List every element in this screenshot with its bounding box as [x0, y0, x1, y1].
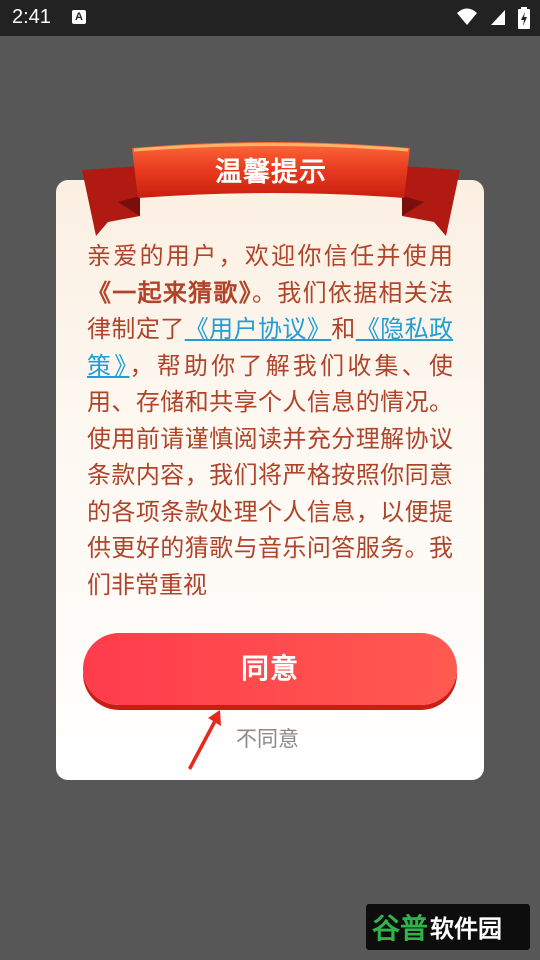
intro-text: 亲爱的用户，欢迎你信任并使用 — [87, 242, 453, 270]
user-agreement-link[interactable]: 《用户协议》 — [185, 315, 332, 343]
title-ribbon: 温馨提示 — [82, 140, 460, 240]
and-text: 和 — [331, 315, 356, 343]
svg-text:软件园: 软件园 — [430, 915, 502, 943]
wifi-icon — [456, 8, 477, 25]
battery-charging-icon — [518, 7, 530, 29]
svg-text:谷普: 谷普 — [372, 912, 428, 945]
notification-icon: A — [72, 10, 86, 24]
agree-button[interactable]: 同意 — [83, 633, 457, 705]
status-time: 2:41 — [12, 6, 51, 28]
cellular-signal-icon — [490, 10, 505, 25]
status-icons — [450, 7, 530, 29]
rest-text: ，帮助你了解我们收集、使用、存储和共享个人信息的情况。使用前请谨慎阅读并充分理解… — [87, 351, 453, 599]
decline-button[interactable]: 不同意 — [236, 724, 306, 754]
app-name: 《一起来猜歌》 — [87, 278, 252, 307]
watermark-logo-icon: 谷普 软件园 — [372, 912, 502, 945]
watermark-logo: 谷普 软件园 — [366, 904, 530, 950]
dialog-title: 温馨提示 — [215, 157, 327, 188]
arrow-icon — [188, 710, 221, 770]
status-bar: 2:41 A — [0, 0, 540, 36]
agreement-text[interactable]: 亲爱的用户，欢迎你信任并使用《一起来猜歌》。我们依据相关法律制定了《用户协议》和… — [87, 238, 453, 610]
